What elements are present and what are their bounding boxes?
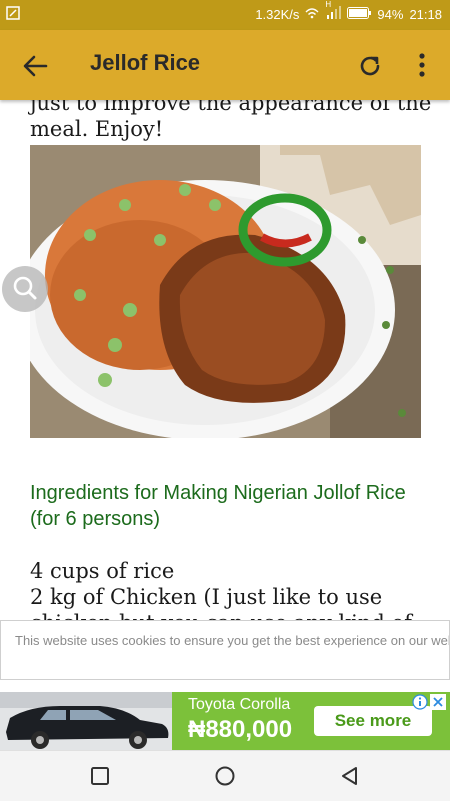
ad-banner[interactable]: Toyota Corolla ₦880,000 See more xyxy=(0,692,450,750)
page-title: Jellof Rice xyxy=(90,50,201,75)
system-nav-bar xyxy=(0,750,450,801)
signal-icon: H xyxy=(325,0,342,23)
refresh-icon[interactable] xyxy=(356,52,384,80)
cookie-notice[interactable]: This website uses cookies to ensure you … xyxy=(0,620,450,680)
ingredient-item: 4 cups of rice xyxy=(30,559,175,583)
ingredient-item: chicken but you can use any kind of xyxy=(30,610,450,620)
see-more-button[interactable]: See more xyxy=(314,706,432,736)
close-icon[interactable] xyxy=(430,694,446,710)
car-image xyxy=(0,692,172,750)
battery-level: 94% xyxy=(377,7,404,22)
home-icon[interactable] xyxy=(214,765,236,787)
app-toolbar: Jellof Rice xyxy=(0,30,450,100)
screenshot-icon xyxy=(6,6,20,23)
ad-price: ₦880,000 xyxy=(188,716,293,743)
status-bar: 1.32K/s H 94% 21:18 xyxy=(0,0,450,30)
article-content[interactable]: just to improve the appearance of the me… xyxy=(0,100,450,620)
signal-type-label: H xyxy=(325,0,332,9)
info-icon[interactable] xyxy=(412,694,428,710)
search-icon xyxy=(13,276,37,300)
ad-model: Toyota Corolla xyxy=(188,696,291,713)
jollof-rice-photo xyxy=(30,145,421,438)
network-speed: 1.32K/s xyxy=(255,7,300,22)
ingredients-heading: Ingredients for Making Nigerian Jollof R… xyxy=(30,482,406,530)
battery-icon xyxy=(347,7,372,22)
wifi-icon xyxy=(305,7,319,22)
arrow-left-icon[interactable] xyxy=(20,52,50,80)
cookie-notice-text: This website uses cookies to ensure you … xyxy=(15,633,450,648)
clock: 21:18 xyxy=(409,7,442,22)
ingredient-item: 2 kg of Chicken (I just like to use xyxy=(30,585,383,609)
more-vert-icon[interactable] xyxy=(410,50,434,80)
back-icon[interactable] xyxy=(339,765,361,787)
zoom-button[interactable] xyxy=(2,266,48,312)
recents-icon[interactable] xyxy=(89,765,111,787)
ingredients-list: 4 cups of rice 2 kg of Chicken (I just l… xyxy=(30,558,450,620)
intro-text: just to improve the appearance of the me… xyxy=(30,100,432,141)
